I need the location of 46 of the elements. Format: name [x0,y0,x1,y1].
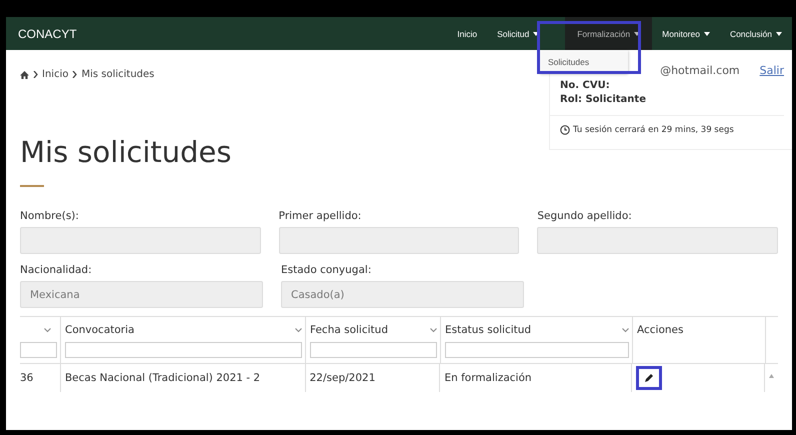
table-cell: Becas Nacional (Tradicional) 2021 - 2 [64,372,260,384]
field-label: Segundo apellido: [537,210,633,222]
breadcrumb-link[interactable]: Mis solicitudes [81,69,154,80]
caret-icon[interactable] [704,32,710,36]
home-icon[interactable] [20,70,29,78]
sort-caret-icon[interactable] [622,328,629,332]
pencil-icon [644,373,654,383]
session-timer: Tu sesión cerrará en 29 mins, 39 segs [573,125,734,135]
column-header[interactable]: Convocatoria [65,324,134,336]
edit-button[interactable] [636,366,662,390]
nav-menu-item[interactable]: Conclusión [720,17,792,50]
nav-menu-item[interactable]: Monitoreo [652,17,720,50]
filter-field[interactable] [310,342,437,358]
page-title: Mis solicitudes [20,135,232,169]
user-email: @hotmail.com [660,64,740,77]
dropdown-item[interactable]: Solicitudes [540,56,590,66]
sort-caret-icon[interactable] [430,328,437,332]
filter-field[interactable] [65,342,302,358]
table-cell: 22/sep/2021 [310,372,376,384]
filter-field[interactable] [445,342,629,358]
table-cell: En formalización [444,372,532,384]
sort-caret-icon[interactable] [44,328,51,332]
field-label: Primer apellido: [278,210,362,222]
field-label: Estado conyugal: [281,264,372,276]
column-header[interactable]: Fecha solicitud [310,324,388,336]
caret-icon[interactable] [533,32,540,36]
field-label: Nombre(s): [20,210,80,222]
column-header[interactable]: Estatus solicitud [445,324,532,336]
logout-link[interactable]: Salir [760,64,784,77]
breadcrumb-link[interactable]: Inicio [42,69,68,80]
cvu-label: No. CVU: [560,80,611,91]
column-header[interactable]: Acciones [637,324,684,336]
sort-caret-icon[interactable] [295,328,302,332]
caret-icon[interactable] [776,32,782,36]
brand-logo[interactable]: CONACYT [18,26,77,40]
clock-icon [560,125,570,135]
nav-menu-item[interactable]: Inicio [447,17,488,50]
table-cell: 36 [20,372,34,384]
nav-menu-item[interactable]: Solicitud [487,17,550,50]
breadcrumb-separator-icon [33,71,38,78]
breadcrumb-separator-icon [72,71,78,78]
role-label: Rol: Solicitante [560,94,647,105]
caret-icon[interactable] [634,32,640,36]
scroll-up-icon[interactable] [769,374,774,378]
filter-field[interactable] [20,342,57,358]
field-label: Nacionalidad: [20,264,93,276]
